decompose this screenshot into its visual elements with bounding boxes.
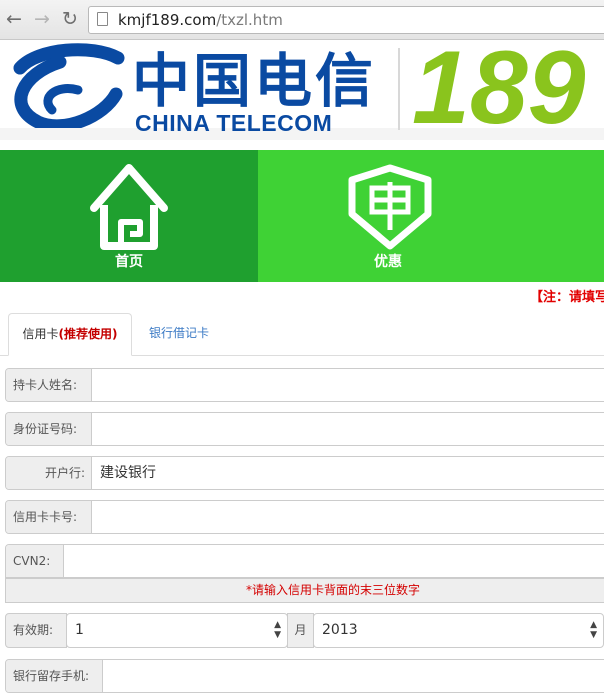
cvn2-label: CVN2: — [6, 545, 64, 577]
tab-credit-card-hint: (推荐使用) — [58, 327, 118, 341]
select-arrows-icon: ▲ ▼ — [590, 620, 597, 640]
tab-credit-card-label: 信用卡 — [22, 327, 59, 341]
home-tile[interactable]: 首页 — [0, 150, 258, 282]
bank-label: 开户行: — [6, 457, 92, 489]
tab-credit-card[interactable]: 信用卡(推荐使用) — [8, 313, 132, 356]
select-arrows-icon: ▲ ▼ — [274, 620, 281, 640]
nav-tiles: 首页 优惠 — [0, 150, 604, 282]
url-text: kmjf189.com/txzl.htm — [118, 11, 283, 29]
forward-arrow-icon[interactable]: → — [34, 8, 50, 30]
id-number-label: 身份证号码: — [6, 413, 92, 445]
url-host: kmjf189.com — [118, 11, 217, 29]
page-icon — [97, 12, 108, 26]
bank-input[interactable]: 建设银行 — [92, 457, 156, 489]
expiry-month-select[interactable]: 1 ▲ ▼ — [66, 613, 288, 648]
card-number-field[interactable]: 信用卡卡号: — [5, 500, 604, 534]
card-number-input[interactable] — [92, 501, 100, 533]
id-number-field[interactable]: 身份证号码: — [5, 412, 604, 446]
home-label: 首页 — [115, 254, 143, 270]
china-telecom-en-logo: CHINA TELECOM — [135, 110, 333, 136]
promo-label: 优惠 — [374, 254, 402, 270]
tab-debit-card[interactable]: 银行借记卡 — [149, 313, 209, 356]
holder-name-label: 持卡人姓名: — [6, 369, 92, 401]
notice-text: 【注：请填写 — [530, 290, 604, 305]
phone-input[interactable] — [103, 660, 111, 692]
month-label: 月 — [287, 613, 314, 648]
phone-field[interactable]: 银行留存手机: — [5, 659, 604, 693]
promo-coupon-icon — [348, 164, 432, 250]
expiry-year-value: 2013 — [322, 622, 358, 638]
url-path: /txzl.htm — [216, 11, 283, 29]
back-arrow-icon[interactable]: ← — [6, 8, 22, 30]
expiry-month-value: 1 — [75, 622, 84, 638]
card-type-tabs: 信用卡(推荐使用) 银行借记卡 — [0, 313, 604, 356]
expiry-label: 有效期: — [5, 613, 67, 648]
china-telecom-cn-logo: 中国电信 — [132, 47, 377, 115]
promo-tile[interactable]: 优惠 — [258, 150, 604, 282]
holder-name-field[interactable]: 持卡人姓名: — [5, 368, 604, 402]
cvn2-hint: *请输入信用卡背面的末三位数字 — [5, 578, 604, 603]
cvn2-input[interactable] — [64, 545, 72, 577]
reload-icon[interactable]: ↻ — [62, 8, 78, 30]
logo-189: 189 — [412, 30, 586, 146]
phone-label: 银行留存手机: — [6, 660, 103, 692]
holder-name-input[interactable] — [92, 369, 100, 401]
id-number-input[interactable] — [92, 413, 100, 445]
home-icon — [90, 164, 168, 250]
card-number-label: 信用卡卡号: — [6, 501, 92, 533]
bank-field[interactable]: 开户行: 建设银行 — [5, 456, 604, 490]
banner-divider — [398, 48, 400, 130]
expiry-year-select[interactable]: 2013 ▲ ▼ — [313, 613, 604, 648]
cvn2-field[interactable]: CVN2: — [5, 544, 604, 578]
